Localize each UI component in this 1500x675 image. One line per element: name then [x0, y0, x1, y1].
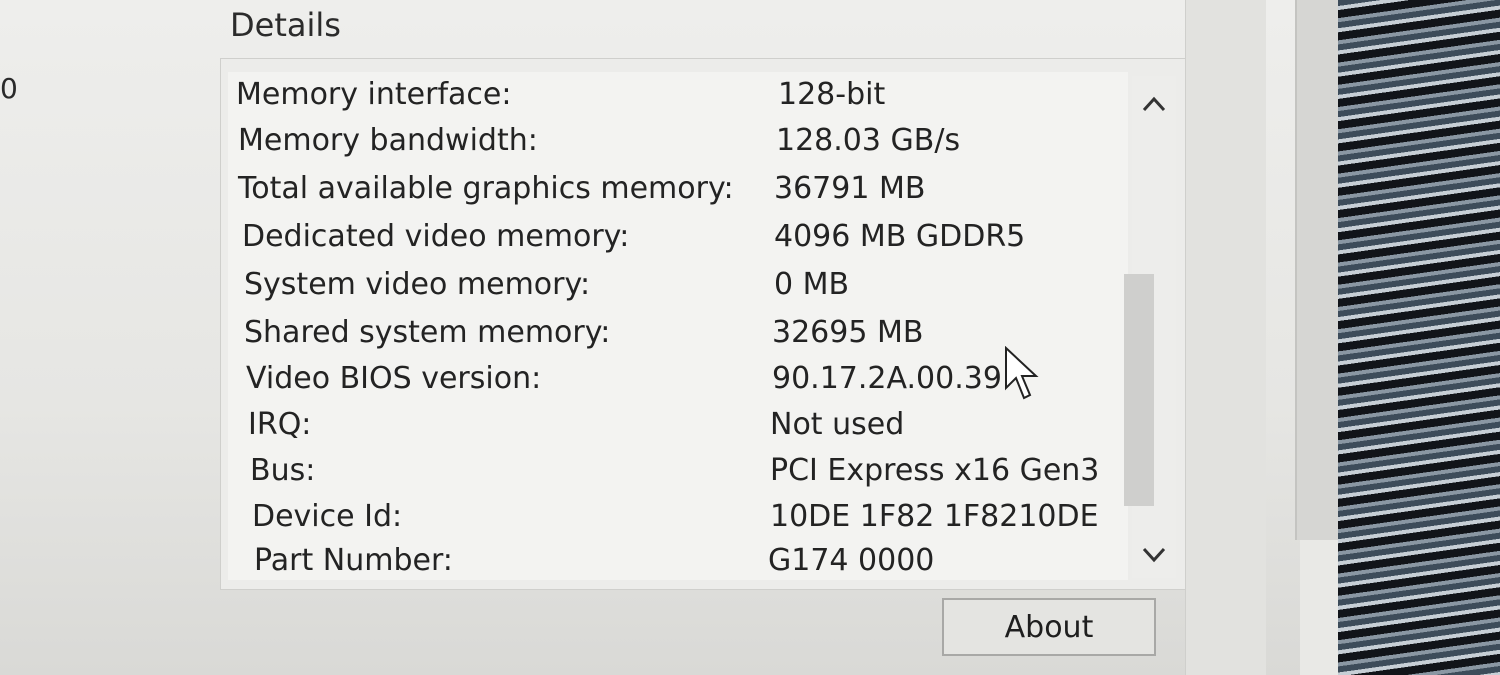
details-title: Details [230, 6, 341, 44]
mouse-cursor-icon [1005, 346, 1039, 400]
detail-value: PCI Express x16 Gen3 [770, 452, 1100, 488]
detail-label: Bus: [250, 452, 316, 488]
scrollbar-thumb[interactable] [1124, 274, 1154, 506]
window-edge [1295, 0, 1341, 540]
about-button[interactable]: About [942, 598, 1156, 656]
detail-value: 90.17.2A.00.39 [772, 360, 1002, 396]
detail-label: IRQ: [248, 406, 312, 442]
detail-value: 128-bit [778, 76, 886, 112]
details-list[interactable]: Memory interface: 128-bit Memory bandwid… [228, 72, 1128, 580]
detail-value: G174 0000 [768, 542, 935, 578]
detail-label: Shared system memory: [244, 314, 611, 350]
detail-label: Video BIOS version: [246, 360, 542, 396]
detail-label: Device Id: [252, 498, 403, 534]
detail-label: Memory interface: [236, 76, 512, 112]
scroll-down-button[interactable] [1140, 540, 1168, 568]
detail-value: 128.03 GB/s [776, 122, 961, 158]
detail-value: Not used [770, 406, 905, 442]
detail-label: System video memory: [244, 266, 591, 302]
dialog-right-margin [1185, 0, 1266, 675]
detail-value: 36791 MB [774, 170, 926, 206]
detail-label: Part Number: [254, 542, 453, 578]
chevron-up-icon [1142, 96, 1166, 112]
details-scrollbar[interactable] [1124, 76, 1176, 578]
left-panel-text: 0 [0, 72, 18, 105]
desktop-wallpaper [1338, 0, 1500, 675]
detail-label: Memory bandwidth: [238, 122, 538, 158]
detail-value: 10DE 1F82 1F8210DE [770, 498, 1099, 534]
detail-label: Total available graphics memory: [238, 170, 734, 206]
detail-label: Dedicated video memory: [242, 218, 630, 254]
detail-value: 0 MB [774, 266, 850, 302]
detail-value: 4096 MB GDDR5 [774, 218, 1026, 254]
chevron-down-icon [1142, 547, 1166, 563]
scroll-up-button[interactable] [1140, 90, 1168, 118]
detail-value: 32695 MB [772, 314, 924, 350]
